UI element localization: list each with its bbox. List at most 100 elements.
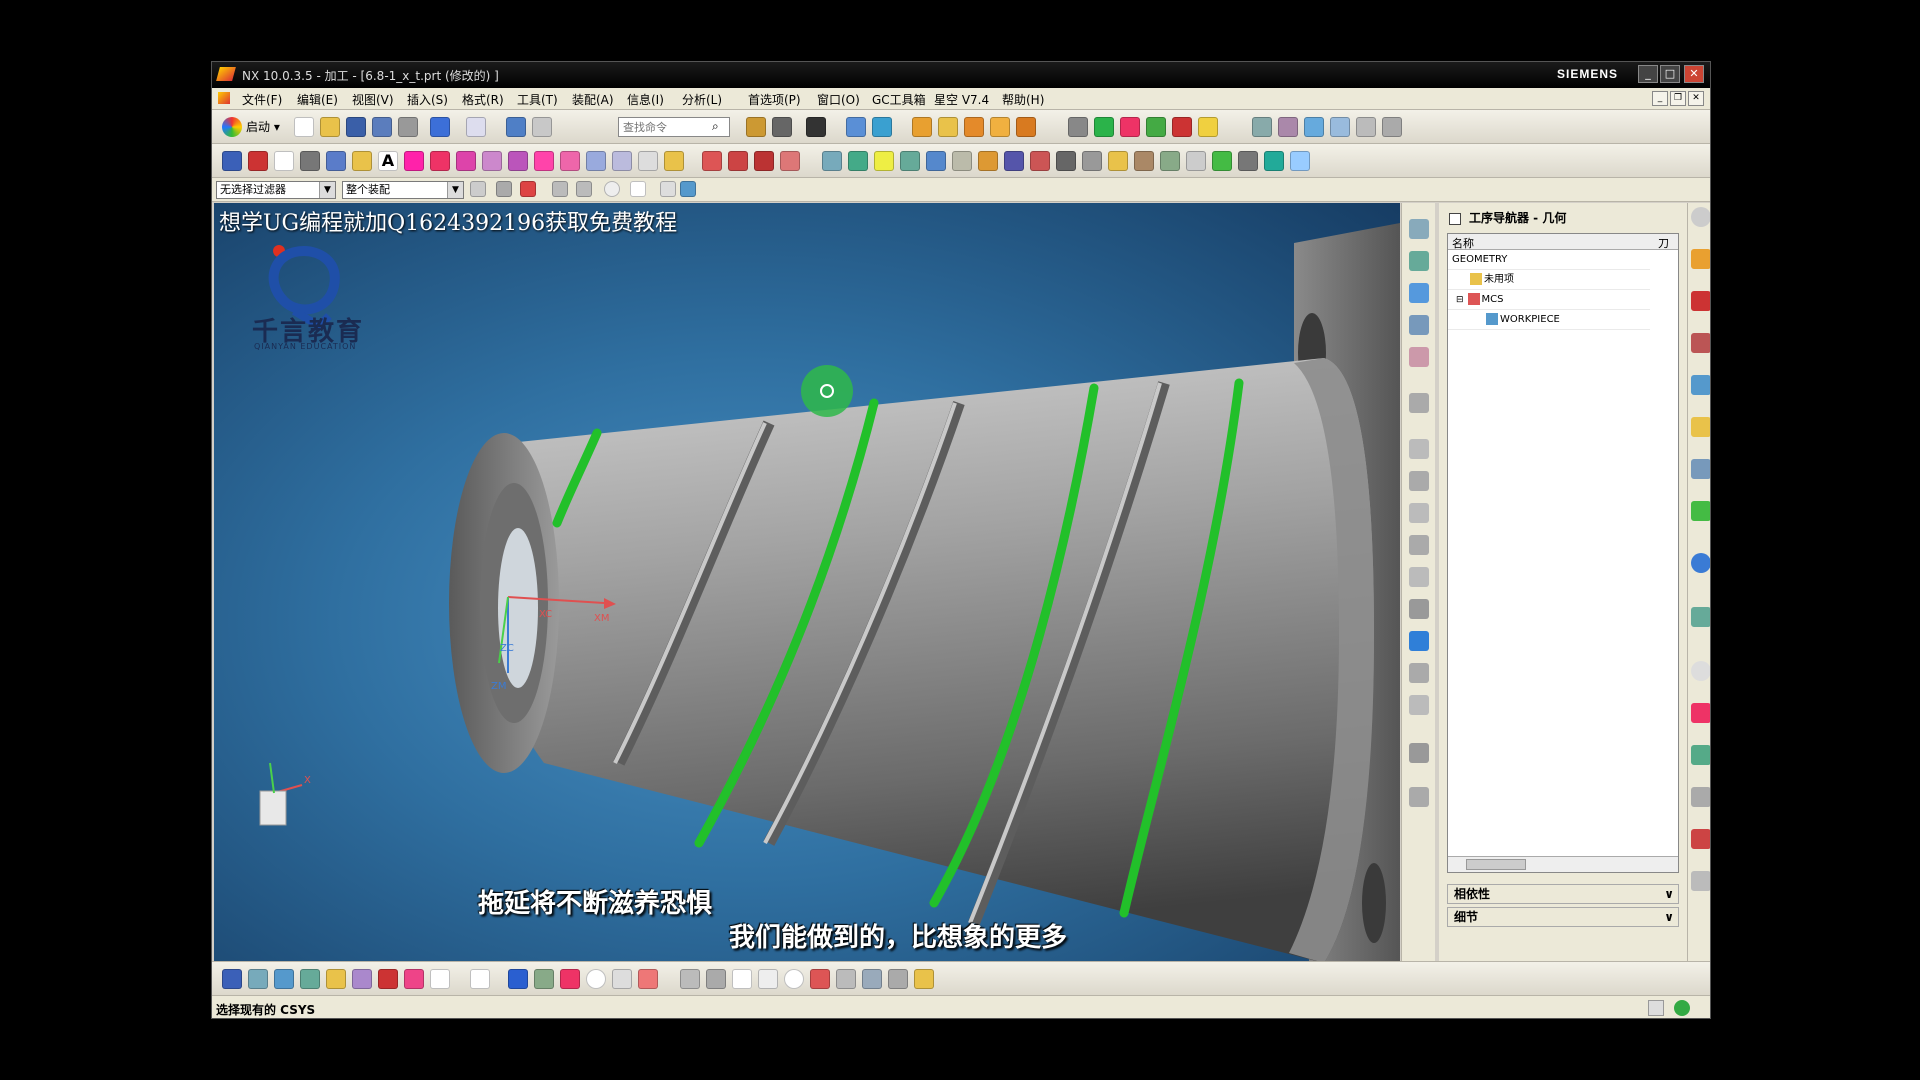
- create-operation-icon[interactable]: [1016, 117, 1036, 137]
- geometry-view-icon[interactable]: [1304, 117, 1324, 137]
- divide-curve-icon[interactable]: [728, 151, 748, 171]
- save-icon[interactable]: [346, 117, 366, 137]
- hd3d-tools-icon[interactable]: [1691, 553, 1710, 573]
- create-method-icon[interactable]: [990, 117, 1010, 137]
- hatch-icon[interactable]: [732, 969, 752, 989]
- mdi-minimize-button[interactable]: _: [1652, 91, 1668, 106]
- menu-preferences[interactable]: 首选项(P): [748, 91, 801, 108]
- history-icon[interactable]: [1691, 661, 1710, 681]
- feature-machining-icon[interactable]: [1198, 117, 1218, 137]
- pin-icon[interactable]: [664, 151, 684, 171]
- layer-settings-icon[interactable]: [680, 969, 700, 989]
- spline-tool-icon[interactable]: [810, 969, 830, 989]
- maximize-button[interactable]: □: [1660, 65, 1680, 83]
- clock-icon[interactable]: [1290, 151, 1310, 171]
- bridge-curve-icon[interactable]: [534, 151, 554, 171]
- analysis-icon[interactable]: [1004, 151, 1024, 171]
- background-color-icon[interactable]: [806, 117, 826, 137]
- operation-navigator-icon[interactable]: [1691, 375, 1710, 395]
- view-icon[interactable]: [532, 117, 552, 137]
- line-icon[interactable]: [222, 151, 242, 171]
- calculator-icon[interactable]: [1238, 151, 1258, 171]
- close-button[interactable]: ✕: [1684, 65, 1704, 83]
- post-process-icon[interactable]: [1120, 117, 1140, 137]
- draft-analysis-icon[interactable]: [1056, 151, 1076, 171]
- rectangle-icon[interactable]: [274, 151, 294, 171]
- tree-item-geometry[interactable]: GEOMETRY: [1448, 250, 1650, 270]
- resize-blend-icon[interactable]: [952, 151, 972, 171]
- clip-view-icon[interactable]: [888, 969, 908, 989]
- select-box-icon[interactable]: [630, 181, 646, 197]
- snap-endpoint-icon[interactable]: [520, 181, 536, 197]
- cylinder-icon[interactable]: [404, 969, 424, 989]
- simulate-icon[interactable]: [1409, 663, 1429, 683]
- mdi-close-button[interactable]: ✕: [1688, 91, 1704, 106]
- move-face-icon[interactable]: [848, 151, 868, 171]
- tree-expand-icon[interactable]: [1382, 117, 1402, 137]
- full-screen-icon[interactable]: [1648, 1000, 1664, 1016]
- machine-tool-view-icon[interactable]: [1278, 117, 1298, 137]
- polygon-tool-icon[interactable]: [470, 969, 490, 989]
- refresh-icon[interactable]: [1212, 151, 1232, 171]
- start-button[interactable]: 启动 ▾: [222, 116, 280, 138]
- project-curve-icon[interactable]: [430, 151, 450, 171]
- menu-edit[interactable]: 编辑(E): [297, 91, 338, 108]
- program-view-icon[interactable]: [1409, 219, 1429, 239]
- undo-icon[interactable]: [430, 117, 450, 137]
- thickness-icon[interactable]: [1082, 151, 1102, 171]
- tree-expand-icon[interactable]: ⊟: [1456, 295, 1464, 305]
- feature-navigator-icon[interactable]: [1691, 459, 1710, 479]
- orient-view-icon[interactable]: [846, 117, 866, 137]
- scrollbar-thumb[interactable]: [1466, 859, 1526, 870]
- print-icon[interactable]: [398, 117, 418, 137]
- output-icon[interactable]: [1409, 743, 1429, 763]
- selection-filter-select[interactable]: 无选择过滤器 ▼: [216, 181, 336, 199]
- machine-navigator-icon[interactable]: [1691, 417, 1710, 437]
- text-icon[interactable]: A: [378, 151, 398, 171]
- snap-toggle-icon[interactable]: [496, 181, 512, 197]
- wave-curve-icon[interactable]: [638, 151, 658, 171]
- system-materials-icon[interactable]: [1691, 703, 1710, 723]
- offset-curve-icon[interactable]: [404, 151, 424, 171]
- replace-face-icon[interactable]: [926, 151, 946, 171]
- rectangle-tool-icon[interactable]: [430, 969, 450, 989]
- mdi-restore-button[interactable]: ❐: [1670, 91, 1686, 106]
- shaded-view-icon[interactable]: [772, 117, 792, 137]
- view-section-icon[interactable]: [836, 969, 856, 989]
- gear-icon[interactable]: [1691, 207, 1710, 227]
- method-view-icon[interactable]: [1330, 117, 1350, 137]
- trim-curve-icon[interactable]: [702, 151, 722, 171]
- manufacturing-wizard-icon[interactable]: [1691, 787, 1710, 807]
- minimize-button[interactable]: _: [1638, 65, 1658, 83]
- polygon-icon[interactable]: [300, 151, 320, 171]
- dimension-icon[interactable]: [508, 969, 528, 989]
- menu-info[interactable]: 信息(I): [627, 91, 664, 108]
- synch-modeling-icon[interactable]: [822, 151, 842, 171]
- curve-tool-icon[interactable]: [638, 969, 658, 989]
- columns-icon[interactable]: [1356, 117, 1376, 137]
- graphics-viewport[interactable]: 想学UG编程就加Q1624392196获取免费教程 千言教育 QIANYAN E…: [214, 203, 1400, 961]
- assembly-scope-select[interactable]: 整个装配 ▼: [342, 181, 464, 199]
- reuse-library-icon[interactable]: [1691, 501, 1710, 521]
- geometry-tree-icon[interactable]: [1409, 283, 1429, 303]
- menu-gc-toolbox[interactable]: GC工具箱: [872, 91, 926, 108]
- tree-item-workpiece[interactable]: WORKPIECE: [1448, 310, 1650, 330]
- create-geometry-icon[interactable]: [274, 969, 294, 989]
- paste-object-icon[interactable]: [1409, 471, 1429, 491]
- grid-icon[interactable]: [758, 969, 778, 989]
- component-filter-icon[interactable]: [470, 181, 486, 197]
- tree-item-mcs[interactable]: ⊟ MCS: [1448, 290, 1650, 310]
- highlight-icon[interactable]: [914, 969, 934, 989]
- pin-checkbox[interactable]: [1449, 212, 1461, 225]
- snap-midpoint-icon[interactable]: [552, 181, 568, 197]
- section-curve-icon[interactable]: [482, 151, 502, 171]
- details-section[interactable]: 细节 ∨: [1447, 907, 1679, 927]
- display-mode-icon[interactable]: [466, 117, 486, 137]
- sketch-icon[interactable]: [506, 117, 526, 137]
- fillet-curve-icon[interactable]: [754, 151, 774, 171]
- edit-object-icon[interactable]: [1409, 347, 1429, 367]
- process-studio-icon[interactable]: [1691, 745, 1710, 765]
- create-operation-icon[interactable]: [326, 969, 346, 989]
- menu-help[interactable]: 帮助(H): [1002, 91, 1044, 108]
- measure-icon[interactable]: [978, 151, 998, 171]
